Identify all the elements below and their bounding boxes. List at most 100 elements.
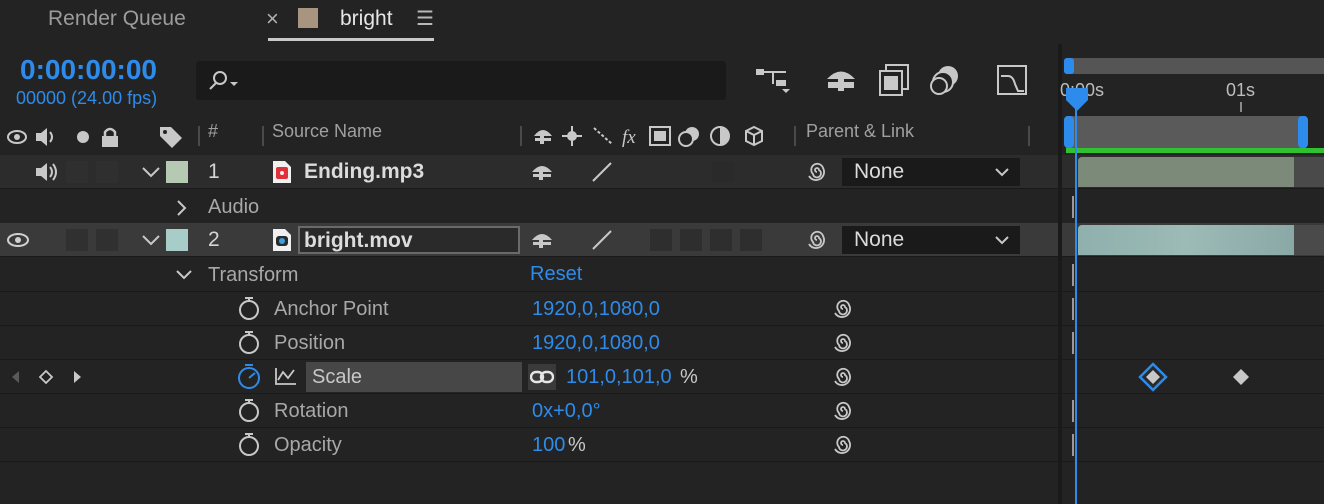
comp-flowchart-icon[interactable] — [756, 66, 792, 96]
layer-label-color[interactable] — [166, 161, 188, 183]
shy-layers-icon[interactable] — [824, 66, 858, 96]
keyframe-selected-icon[interactable] — [1136, 362, 1170, 392]
audio-layer-bar[interactable] — [1078, 157, 1294, 187]
property-value[interactable]: 100 — [532, 434, 565, 457]
audio-group-label[interactable]: Audio — [208, 196, 259, 219]
layer-index: 2 — [208, 228, 220, 251]
parent-dropdown[interactable]: None — [842, 158, 1020, 186]
effects-switch[interactable] — [650, 229, 672, 251]
parent-dropdown[interactable]: None — [842, 226, 1020, 254]
frame-blend-switch[interactable] — [680, 229, 702, 251]
stopwatch-icon[interactable] — [238, 432, 260, 458]
comp-label-swatch — [298, 8, 318, 28]
property-value[interactable]: 1920,0,1080,0 — [532, 298, 660, 321]
column-header-index: # — [208, 121, 219, 141]
stopwatch-icon[interactable] — [238, 296, 260, 322]
ruler-mark-label: 01s — [1226, 80, 1256, 100]
lock-switch[interactable] — [96, 161, 118, 183]
layer-name-edit-box[interactable]: bright.mov — [298, 226, 520, 254]
quality-switch-icon[interactable] — [590, 160, 616, 184]
work-area-bar[interactable] — [1066, 116, 1306, 148]
transform-group-label[interactable]: Transform — [208, 264, 298, 287]
shy-switch-icon[interactable] — [530, 228, 556, 252]
timeline-row-scale — [1062, 360, 1324, 394]
chevron-down-icon[interactable] — [140, 232, 162, 248]
pickwhip-icon[interactable] — [806, 160, 828, 184]
pickwhip-icon[interactable] — [806, 228, 828, 252]
keyframe-icon[interactable] — [1230, 367, 1252, 387]
stopwatch-icon[interactable] — [238, 398, 260, 424]
property-value[interactable]: 101,0,101,0 — [566, 366, 672, 389]
adjustment-switch[interactable] — [740, 229, 762, 251]
tab-render-queue[interactable]: Render Queue — [48, 0, 186, 40]
chevron-down-icon[interactable] — [174, 268, 194, 282]
expression-pickwhip-icon[interactable] — [832, 297, 854, 321]
visibility-eye-icon[interactable] — [6, 230, 30, 250]
chevron-down-icon — [995, 168, 1009, 177]
adjustment-switch[interactable] — [712, 161, 734, 183]
parent-value: None — [854, 160, 905, 183]
expression-pickwhip-icon[interactable] — [832, 365, 854, 389]
shy-switch-icon[interactable] — [530, 160, 556, 184]
motion-blur-switch[interactable] — [710, 229, 732, 251]
keyframe-ibeam — [1072, 264, 1084, 286]
video-layer-bar[interactable] — [1078, 225, 1294, 255]
work-area-start-handle[interactable] — [1064, 116, 1074, 148]
keyframe-navigator — [12, 369, 81, 385]
chevron-down-icon[interactable] — [140, 164, 162, 180]
stopwatch-icon[interactable] — [238, 330, 260, 356]
motion-blur-icon[interactable] — [928, 64, 962, 96]
frame-blending-icon[interactable] — [878, 64, 912, 96]
lock-switch[interactable] — [96, 229, 118, 251]
property-value[interactable]: 1920,0,1080,0 — [532, 332, 660, 355]
link-icon — [530, 370, 554, 384]
expression-pickwhip-icon[interactable] — [832, 331, 854, 355]
property-unit: % — [568, 434, 586, 456]
timeline-row-audio — [1062, 190, 1324, 224]
timeline-row-transform — [1062, 258, 1324, 292]
quality-switch-icon[interactable] — [590, 228, 616, 252]
layer-label-color[interactable] — [166, 229, 188, 251]
expression-pickwhip-icon[interactable] — [832, 433, 854, 457]
property-row-anchor-point — [0, 292, 1060, 326]
navigator-bar[interactable] — [1064, 58, 1324, 74]
current-time[interactable]: 0:00:00:00 — [20, 54, 157, 86]
stopwatch-active-icon[interactable] — [236, 363, 262, 391]
add-keyframe-icon — [38, 369, 54, 385]
solo-switch[interactable] — [66, 161, 88, 183]
property-label: Anchor Point — [274, 298, 389, 320]
keyframe-ibeam — [1072, 400, 1084, 422]
navigator-start-handle[interactable] — [1064, 58, 1074, 74]
keyframe-ibeam — [1072, 332, 1084, 354]
audio-group-row — [0, 190, 1060, 224]
graph-editor-icon[interactable] — [996, 64, 1030, 98]
constrain-proportions-toggle[interactable] — [528, 364, 556, 390]
property-label: Scale — [312, 366, 363, 388]
audio-switch-icon[interactable] — [34, 161, 62, 183]
scale-label-highlight[interactable]: Scale — [306, 362, 522, 392]
column-header-source-name[interactable]: Source Name — [272, 121, 382, 142]
audio-switch[interactable] — [36, 229, 58, 251]
solo-switch[interactable] — [66, 229, 88, 251]
video-file-icon — [273, 229, 291, 251]
layer-name[interactable]: Ending.mp3 — [304, 160, 424, 184]
reset-button[interactable]: Reset — [530, 263, 582, 286]
close-tab-button[interactable]: × — [266, 0, 279, 40]
expression-pickwhip-icon[interactable] — [832, 399, 854, 423]
property-label: Position — [274, 332, 346, 354]
property-value[interactable]: 0x+0,0° — [532, 400, 601, 423]
chevron-right-icon[interactable] — [174, 198, 188, 218]
playhead-icon[interactable] — [1062, 84, 1092, 114]
tab-comp-bright[interactable]: bright — [340, 0, 393, 40]
timeline-panel: Render Queue × bright ☰ 0:00:00:00 00000… — [0, 0, 1324, 504]
column-header-parent-link[interactable]: Parent & Link — [806, 121, 914, 142]
panel-menu-icon[interactable]: ☰ — [416, 0, 434, 40]
layer-name[interactable]: bright.mov — [304, 229, 413, 253]
graph-icon[interactable] — [274, 366, 298, 386]
search-input[interactable] — [246, 67, 716, 93]
current-time-indicator[interactable] — [1075, 108, 1077, 504]
keyframe-ibeam — [1072, 298, 1084, 320]
work-area-end-handle[interactable] — [1298, 116, 1308, 148]
timeline-row-opacity — [1062, 428, 1324, 462]
search-field[interactable] — [196, 61, 726, 100]
